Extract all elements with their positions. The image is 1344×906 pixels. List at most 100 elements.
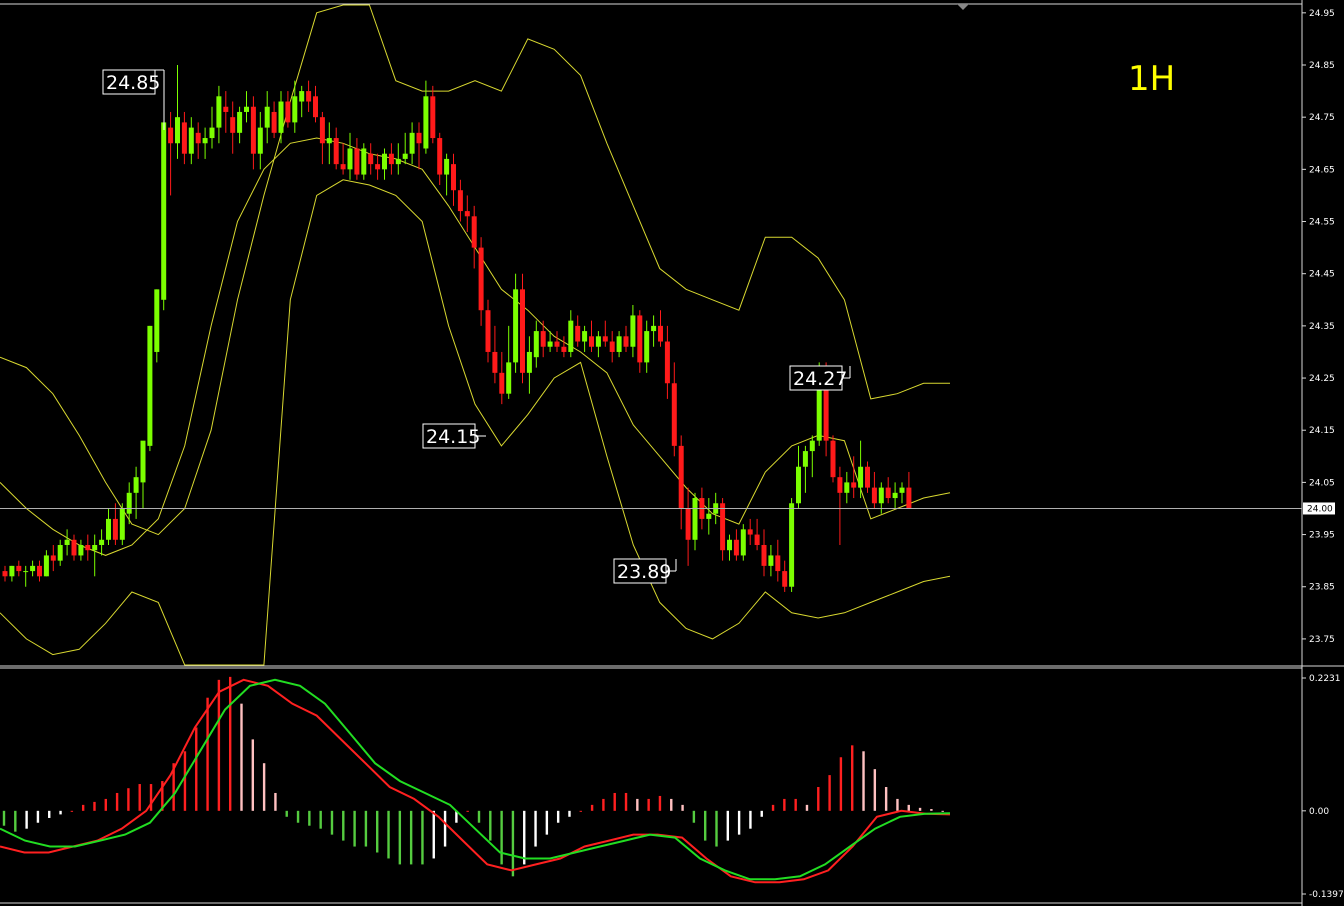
candle-body bbox=[223, 106, 229, 112]
candle-body bbox=[747, 529, 753, 535]
candle-body bbox=[706, 513, 712, 519]
candle-body bbox=[292, 96, 298, 123]
candle-body bbox=[319, 117, 325, 144]
candle-body bbox=[181, 122, 187, 154]
candle-body bbox=[851, 482, 857, 488]
candle-body bbox=[237, 111, 243, 133]
candle-body bbox=[326, 138, 332, 144]
candle-body bbox=[885, 487, 891, 499]
candle-body bbox=[313, 96, 318, 118]
price-tick-label: 24.75 bbox=[1309, 113, 1335, 123]
candle-body bbox=[644, 331, 650, 363]
macd-histogram-bar bbox=[523, 810, 526, 865]
macd-histogram-bar bbox=[206, 697, 209, 811]
candle-body bbox=[520, 289, 525, 373]
macd-histogram-bar bbox=[296, 810, 300, 823]
macd-histogram-bar bbox=[443, 810, 447, 847]
candle-body bbox=[609, 341, 615, 352]
candle-body bbox=[499, 372, 505, 394]
candle-body bbox=[878, 487, 884, 504]
macd-histogram-bar bbox=[70, 810, 74, 812]
macd-histogram-bar bbox=[590, 804, 594, 811]
macd-histogram-bar bbox=[25, 810, 28, 829]
macd-histogram-bar bbox=[918, 807, 922, 811]
macd-histogram-bar bbox=[658, 795, 662, 811]
macd-histogram-bar bbox=[930, 809, 933, 811]
price-tick-label: 24.15 bbox=[1309, 426, 1335, 436]
candle-body bbox=[471, 216, 477, 248]
candle-body bbox=[195, 132, 201, 144]
macd-histogram-bar bbox=[398, 810, 402, 865]
candle-body bbox=[485, 310, 491, 352]
macd-histogram-bar bbox=[81, 804, 85, 811]
candle-body bbox=[692, 498, 698, 540]
price-tick-label: 23.85 bbox=[1309, 583, 1335, 593]
candle-body bbox=[540, 331, 546, 347]
candle-body bbox=[119, 508, 125, 540]
callout-label: 24.85 bbox=[106, 72, 160, 94]
macd-histogram-bar bbox=[726, 810, 730, 841]
macd-histogram-bar bbox=[364, 810, 368, 847]
price-tick-label: 23.95 bbox=[1309, 531, 1335, 541]
candle-body bbox=[554, 341, 560, 347]
macd-histogram-bar bbox=[613, 792, 616, 811]
price-tick-label: 24.55 bbox=[1309, 218, 1335, 228]
candle-body bbox=[99, 539, 105, 545]
candle-body bbox=[768, 555, 774, 566]
macd-histogram-bar bbox=[805, 804, 809, 811]
candle-body bbox=[202, 138, 208, 144]
candle-body bbox=[844, 482, 850, 493]
callout-label: 24.15 bbox=[426, 426, 480, 448]
candle-body bbox=[299, 91, 305, 102]
callout-label: 24.27 bbox=[793, 368, 847, 390]
candle-body bbox=[23, 571, 29, 573]
candle-body bbox=[154, 289, 160, 352]
chart-canvas: 24.85 24.15 23.89 24.27 24.95 24.85 24.75 24.6… bbox=[0, 0, 1344, 906]
macd-histogram-bar bbox=[466, 810, 469, 812]
macd-histogram-bar bbox=[127, 788, 130, 811]
candle-body bbox=[761, 545, 767, 566]
candle-body bbox=[616, 336, 622, 352]
macd-histogram-bar bbox=[93, 801, 96, 811]
macd-histogram-bar bbox=[330, 810, 334, 835]
macd-histogram-bar bbox=[556, 810, 560, 823]
chart-background bbox=[0, 0, 1344, 906]
macd-histogram-bar bbox=[240, 703, 243, 811]
macd-histogram-bar bbox=[647, 798, 650, 811]
macd-histogram-bar bbox=[251, 739, 255, 811]
candle-body bbox=[837, 477, 843, 493]
timeframe-label: 1H bbox=[1128, 59, 1175, 99]
candle-body bbox=[64, 539, 70, 545]
candle-body bbox=[678, 445, 684, 509]
candle-body bbox=[457, 190, 463, 212]
candle-body bbox=[71, 539, 77, 556]
price-tick-label: 23.75 bbox=[1309, 635, 1335, 645]
macd-histogram-bar bbox=[771, 804, 775, 811]
callout-label: 23.89 bbox=[617, 561, 671, 583]
candle-body bbox=[526, 351, 532, 373]
macd-histogram-bar bbox=[579, 810, 582, 812]
candle-body bbox=[216, 96, 222, 128]
macd-histogram-bar bbox=[760, 810, 763, 817]
candle-body bbox=[306, 91, 312, 102]
candle-body bbox=[37, 565, 42, 577]
macd-histogram-bar bbox=[285, 810, 288, 817]
candle-body bbox=[368, 153, 374, 165]
macd-histogram-bar bbox=[703, 810, 707, 841]
candle-body bbox=[451, 164, 456, 191]
candle-body bbox=[865, 466, 870, 488]
macd-histogram-bar bbox=[14, 810, 17, 832]
macd-histogram-bar bbox=[387, 810, 390, 859]
candle-body bbox=[437, 138, 443, 175]
candle-body bbox=[112, 518, 118, 540]
macd-histogram-bar bbox=[737, 810, 741, 835]
candle-body bbox=[347, 148, 353, 170]
macd-histogram-bar bbox=[432, 810, 435, 859]
candle-body bbox=[513, 289, 519, 363]
macd-histogram-bar bbox=[104, 798, 107, 811]
candle-body bbox=[906, 487, 912, 509]
macd-histogram-bar bbox=[794, 798, 797, 811]
macd-histogram-bar bbox=[534, 810, 537, 847]
candle-body bbox=[658, 325, 663, 342]
candle-body bbox=[423, 96, 429, 149]
